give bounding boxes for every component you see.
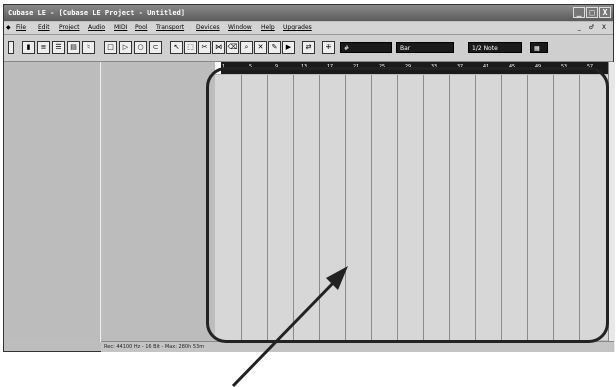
pointer-arrow-icon: [231, 266, 348, 387]
